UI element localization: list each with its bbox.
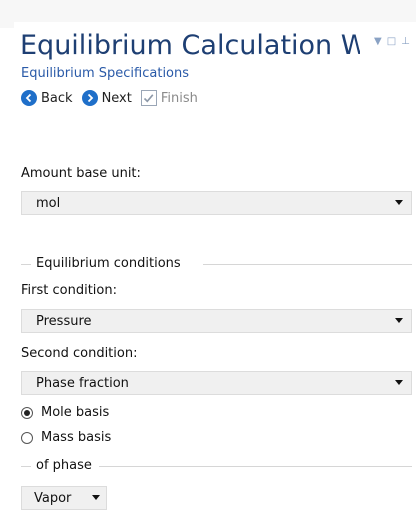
group-divider [21,264,31,265]
equilibrium-conditions-label: Equilibrium conditions [36,256,185,271]
amount-base-unit-label: Amount base unit: [21,166,141,181]
chevron-down-icon [395,380,403,385]
amount-base-unit-value: mol [36,195,61,211]
maximize-icon[interactable]: □ [387,36,396,47]
mass-basis-radio[interactable]: Mass basis [21,430,111,445]
next-label: Next [101,90,132,106]
mole-basis-label: Mole basis [41,405,110,420]
mole-basis-radio[interactable]: Mole basis [21,405,109,420]
amount-base-unit-select[interactable]: mol [21,191,412,215]
arrow-left-icon [21,90,37,106]
finish-button[interactable]: Finish [140,90,198,106]
of-phase-label: of phase [36,458,96,473]
chevron-down-icon [395,200,403,205]
first-condition-label: First condition: [21,283,117,298]
finish-label: Finish [160,90,198,106]
first-condition-select[interactable]: Pressure [21,309,412,333]
group-divider [99,466,412,467]
phase-select[interactable]: Vapor [21,486,107,510]
radio-selected-icon [21,406,33,419]
wizard-toolbar: Back Next Finish [21,90,207,106]
chevron-down-icon [92,495,100,500]
second-condition-select[interactable]: Phase fraction [21,371,412,395]
second-condition-value: Phase fraction [36,375,129,391]
phase-value: Vapor [34,490,72,506]
mass-basis-label: Mass basis [41,430,112,445]
next-button[interactable]: Next [81,90,132,106]
checkbox-check-icon [140,90,157,106]
arrow-right-icon [81,90,98,106]
window-controls: ▼ □ ⊥ [374,36,410,47]
page-subtitle: Equilibrium Specifications [21,66,190,81]
group-divider [21,466,31,467]
group-divider [203,264,412,265]
first-condition-value: Pressure [36,313,92,329]
dropdown-arrow-icon[interactable]: ▼ [374,36,382,47]
back-button[interactable]: Back [21,90,73,106]
pin-icon[interactable]: ⊥ [401,36,410,47]
back-label: Back [41,90,73,106]
equilibrium-conditions-group: Equilibrium conditions [21,256,412,272]
chevron-down-icon [395,318,403,323]
page-title: Equilibrium Calculation Wi... [20,30,360,61]
radio-unselected-icon [21,431,33,444]
of-phase-group: of phase [21,458,412,474]
second-condition-label: Second condition: [21,346,138,361]
